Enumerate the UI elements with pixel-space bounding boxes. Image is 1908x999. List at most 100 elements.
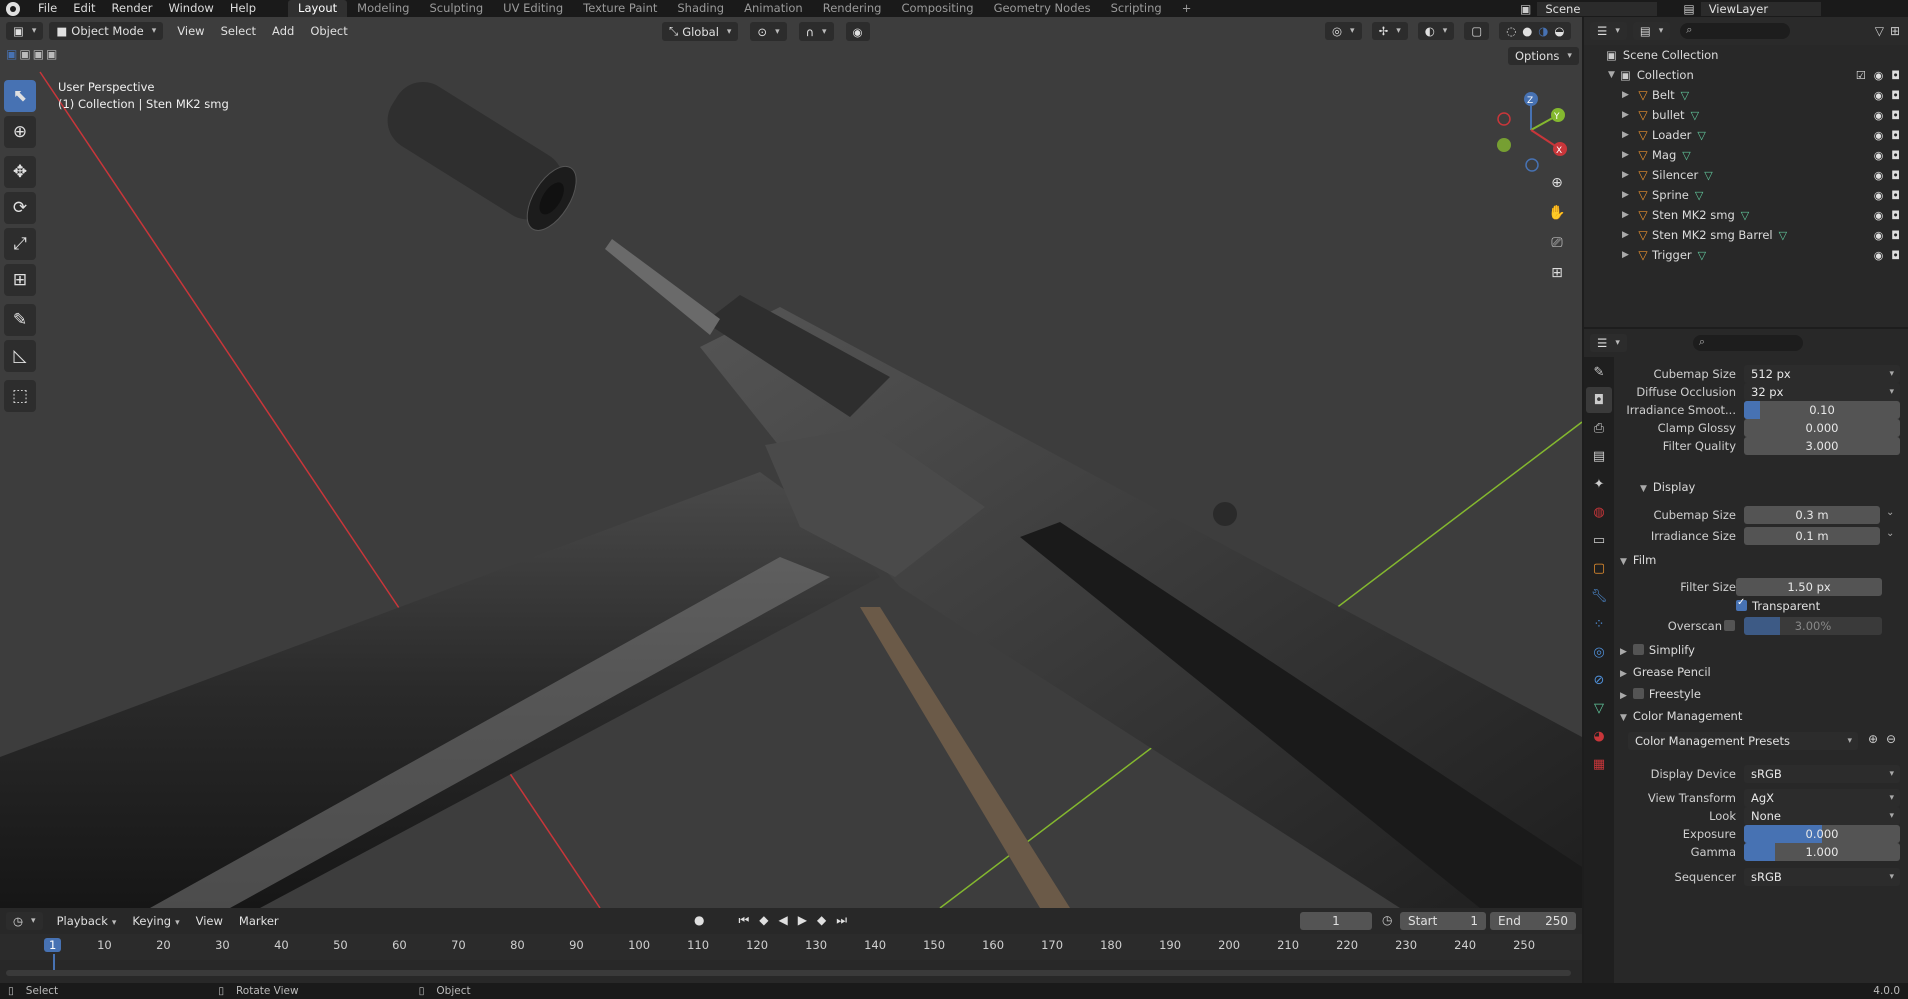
proportional-edit-button[interactable]: ◉ (845, 22, 870, 41)
camera-icon[interactable]: ◘ (1891, 109, 1900, 122)
select-extend-icon[interactable]: ▣ (19, 47, 30, 61)
camera-icon[interactable]: ◘ (1891, 189, 1900, 202)
expand-right-icon[interactable]: ▶ (1622, 150, 1634, 160)
outliner-item[interactable]: ▶ ▽ Silencer ▽ ◉ ◘ (1584, 165, 1908, 185)
camera-icon[interactable]: ◘ (1891, 249, 1900, 262)
viewport-menu-add[interactable]: Add (272, 24, 294, 38)
particles-tab-icon[interactable]: ⁘ (1586, 611, 1612, 637)
timeline-menu-keying[interactable]: Keying (132, 914, 179, 928)
property-field[interactable]: 512 px (1744, 365, 1900, 383)
property-field[interactable]: 32 px (1744, 383, 1900, 401)
timeline-menu-marker[interactable]: Marker (239, 914, 279, 928)
transform-orientation-dropdown[interactable]: ⤡ Global (662, 22, 739, 41)
prev-keyframe-icon[interactable]: ◆ (759, 913, 768, 928)
add-workspace-button[interactable]: + (1172, 0, 1202, 17)
property-field[interactable]: 0.000 (1744, 825, 1900, 843)
object-mode-dropdown[interactable]: ■ Object Mode (49, 22, 164, 40)
select-new-icon[interactable]: ▣ (6, 47, 17, 61)
camera-icon[interactable]: ◘ (1891, 89, 1900, 102)
select-box-tool[interactable]: ⬉ (4, 80, 36, 112)
workspace-tab-modeling[interactable]: Modeling (347, 0, 419, 17)
solid-shading-icon[interactable]: ● (1522, 24, 1532, 38)
timeline-menu-view[interactable]: View (196, 914, 223, 928)
outliner-item[interactable]: ▶ ▽ bullet ▽ ◉ ◘ (1584, 105, 1908, 125)
add-cube-tool[interactable]: ⬚ (4, 380, 36, 412)
property-field[interactable]: 0.000 (1744, 419, 1900, 437)
collection-tab-icon[interactable]: ▭ (1586, 527, 1612, 553)
color-management-header[interactable]: ▼ Color Management (1620, 709, 1742, 723)
new-collection-icon[interactable]: ⊞ (1890, 24, 1900, 38)
properties-editor-type[interactable]: ☰ (1590, 334, 1627, 352)
timeline-editor-type[interactable]: ◷ (6, 912, 43, 930)
outliner-search-input[interactable]: ⌕ (1680, 23, 1791, 39)
jump-start-icon[interactable]: ⏮ (738, 913, 749, 928)
shading-modes[interactable]: ◌ ● ◑ ◒ (1499, 22, 1572, 40)
filter-icon[interactable]: ▽ (1875, 24, 1884, 38)
view-layer-tab-icon[interactable]: ▤ (1586, 443, 1612, 469)
scene-name[interactable]: Scene (1537, 1, 1658, 16)
eye-icon[interactable]: ◉ (1874, 129, 1884, 142)
timeline-menu-playback[interactable]: Playback (57, 914, 117, 928)
xray-button[interactable]: ▢ (1464, 22, 1490, 40)
annotate-tool[interactable]: ✎ (4, 304, 36, 336)
outliner-item[interactable]: ▶ ▽ Sten MK2 smg Barrel ▽ ◉ ◘ (1584, 225, 1908, 245)
menu-help[interactable]: Help (222, 0, 264, 17)
camera-icon[interactable]: ◘ (1891, 129, 1900, 142)
eye-icon[interactable]: ◉ (1874, 249, 1884, 262)
material-tab-icon[interactable]: ◕ (1586, 723, 1612, 749)
editor-type-button[interactable]: ▣ (6, 22, 44, 40)
zoom-icon[interactable]: ⊕ (1544, 170, 1570, 196)
blender-logo-icon[interactable] (6, 1, 20, 16)
expand-right-icon[interactable]: ▶ (1622, 90, 1634, 100)
cursor-tool[interactable]: ⊕ (4, 116, 36, 148)
collapsed-section-header[interactable]: ▶ Simplify (1620, 643, 1695, 657)
film-section-header[interactable]: ▼ Film (1620, 553, 1656, 567)
play-reverse-icon[interactable]: ◀ (779, 913, 788, 928)
scene-tab-icon[interactable]: ✦ (1586, 471, 1612, 497)
tool-tab-icon[interactable]: ✎ (1586, 359, 1612, 385)
expand-right-icon[interactable]: ▶ (1622, 110, 1634, 120)
play-icon[interactable]: ▶ (798, 913, 807, 928)
move-tool[interactable]: ✥ (4, 156, 36, 188)
wireframe-shading-icon[interactable]: ◌ (1506, 24, 1516, 38)
pivot-point-button[interactable]: ⊙ (750, 22, 787, 41)
workspace-tab-sculpting[interactable]: Sculpting (419, 0, 493, 17)
property-field[interactable]: AgX (1744, 789, 1900, 807)
eye-icon[interactable]: ◉ (1874, 149, 1884, 162)
output-tab-icon[interactable]: ⎙ (1586, 415, 1612, 441)
viewport-scene[interactable] (0, 17, 1582, 908)
scene-collection-row[interactable]: ▣ Scene Collection (1584, 45, 1908, 65)
viewport-menu-view[interactable]: View (177, 24, 204, 38)
workspace-tab-geometry-nodes[interactable]: Geometry Nodes (984, 0, 1101, 17)
overlay-toggle-button[interactable]: ◐ (1417, 22, 1455, 40)
3d-viewport[interactable]: ▣ ■ Object Mode View Select Add Object ⤡… (0, 17, 1582, 908)
timeline-scrollbar[interactable] (6, 970, 1571, 976)
camera-view-icon[interactable]: ⎚ (1544, 230, 1570, 256)
eye-icon[interactable]: ◉ (1874, 229, 1884, 242)
menu-file[interactable]: File (30, 0, 65, 17)
property-field[interactable]: 1.000 (1744, 843, 1900, 861)
outliner-item[interactable]: ▶ ▽ Belt ▽ ◉ ◘ (1584, 85, 1908, 105)
navigation-gizmo[interactable]: Z Y X (1486, 85, 1576, 175)
filter-size-field[interactable]: 1.50 px (1736, 578, 1882, 596)
menu-edit[interactable]: Edit (65, 0, 103, 17)
expand-down-icon[interactable]: ▼ (1608, 70, 1620, 80)
mesh-data-icon[interactable]: ▽ (1695, 189, 1703, 202)
expand-right-icon[interactable]: ▶ (1622, 230, 1634, 240)
mesh-data-icon[interactable]: ▽ (1698, 249, 1706, 262)
add-preset-icon[interactable]: ⊕ (1868, 732, 1878, 746)
outliner-editor-type[interactable]: ☰ (1590, 22, 1627, 40)
display-section-header[interactable]: ▼ Display (1640, 480, 1695, 494)
properties-search-input[interactable]: ⌕ (1692, 335, 1803, 351)
select-subtract-icon[interactable]: ▣ (33, 47, 44, 61)
viewport-menu-object[interactable]: Object (310, 24, 347, 38)
mesh-data-icon[interactable]: ▽ (1741, 209, 1749, 222)
mesh-data-icon[interactable]: ▽ (1681, 89, 1689, 102)
workspace-tab-compositing[interactable]: Compositing (891, 0, 983, 17)
overscan-field[interactable]: 3.00% (1744, 617, 1882, 635)
workspace-tab-scripting[interactable]: Scripting (1101, 0, 1172, 17)
chevron-down-icon[interactable]: ⌄ (1886, 507, 1894, 518)
measure-tool[interactable]: ◺ (4, 340, 36, 372)
mesh-data-icon[interactable]: ▽ (1697, 129, 1705, 142)
section-checkbox[interactable] (1632, 688, 1644, 699)
